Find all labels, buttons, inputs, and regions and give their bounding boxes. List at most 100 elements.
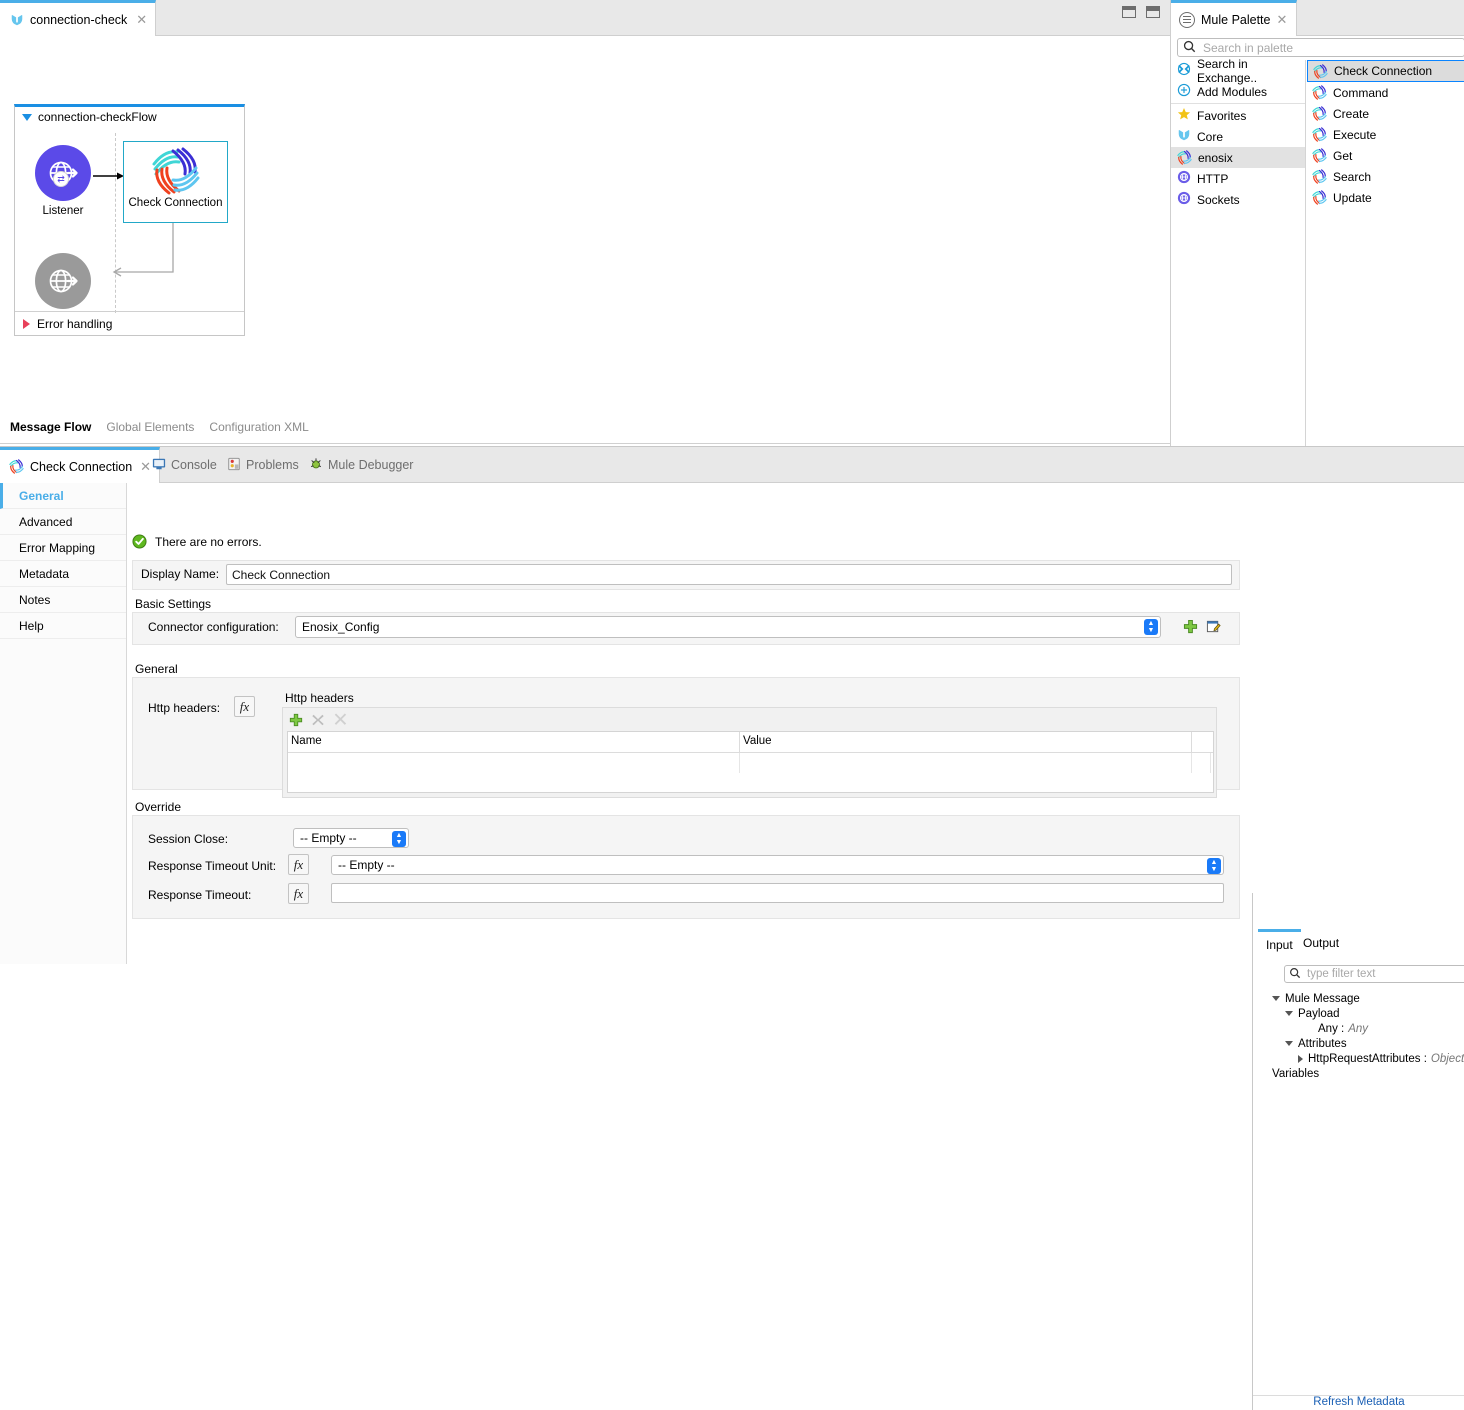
tab-configuration-xml[interactable]: Configuration XML xyxy=(209,420,308,434)
http-headers-panel: Name Value xyxy=(282,707,1217,798)
chevron-down-icon[interactable] xyxy=(1272,996,1280,1001)
session-close-value: -- Empty -- xyxy=(300,831,357,845)
response-timeout-input[interactable] xyxy=(331,883,1224,903)
flow-node-error[interactable] xyxy=(35,253,91,309)
metadata-filter-input[interactable] xyxy=(1305,967,1455,981)
palette-category-sockets[interactable]: Sockets xyxy=(1171,189,1305,210)
tab-global-elements[interactable]: Global Elements xyxy=(106,420,194,434)
general-section-label: General xyxy=(135,662,178,676)
palette-category-label: Search in Exchange.. xyxy=(1197,56,1258,85)
flow-title: connection-checkFlow xyxy=(38,110,157,124)
prop-nav-metadata[interactable]: Metadata xyxy=(0,561,126,587)
properties-nav: General Advanced Error Mapping Metadata … xyxy=(0,483,127,964)
tree-node-payload[interactable]: Payload xyxy=(1253,1006,1464,1021)
prop-nav-notes[interactable]: Notes xyxy=(0,587,126,613)
palette-category-label: enosix xyxy=(1198,150,1233,165)
tab-console[interactable]: Console xyxy=(152,447,217,483)
metadata-filter-box[interactable] xyxy=(1284,965,1464,983)
chevron-right-icon[interactable] xyxy=(1298,1054,1303,1063)
response-timeout-fx-button[interactable]: fx xyxy=(288,883,309,904)
tab-check-connection-properties[interactable]: Check Connection ✕ xyxy=(0,447,161,483)
enosix-icon xyxy=(1312,85,1327,100)
palette-op-execute[interactable]: Execute xyxy=(1307,124,1464,145)
cell-name[interactable] xyxy=(288,753,740,773)
tree-node-variables[interactable]: Variables xyxy=(1253,1066,1464,1081)
palette-category-enosix[interactable]: enosix xyxy=(1171,147,1305,168)
response-timeout-unit-label: Response Timeout Unit: xyxy=(148,859,277,873)
palette-op-create[interactable]: Create xyxy=(1307,103,1464,124)
response-timeout-unit-combo[interactable]: -- Empty -- ▲ ▼ xyxy=(331,855,1224,875)
tree-node-mule-message[interactable]: Mule Message xyxy=(1253,991,1464,1006)
palette-category-http[interactable]: HTTP xyxy=(1171,168,1305,189)
http-headers-fx-button[interactable]: fx xyxy=(234,696,255,717)
chevron-updown-icon[interactable]: ▲ ▼ xyxy=(1144,619,1158,635)
plus-icon[interactable] xyxy=(1183,619,1198,637)
refresh-metadata-link[interactable]: Refresh Metadata xyxy=(1253,1395,1464,1410)
error-handling-section[interactable]: Error handling xyxy=(15,311,244,335)
chevron-updown-icon[interactable]: ▲ ▼ xyxy=(1207,858,1221,874)
close-icon[interactable]: ✕ xyxy=(136,12,147,28)
palette-tab-strip: Mule Palette ✕ xyxy=(1171,0,1464,36)
tab-message-flow[interactable]: Message Flow xyxy=(10,420,91,434)
tab-output[interactable]: Output xyxy=(1295,929,1347,957)
palette-category-label: Favorites xyxy=(1197,108,1247,123)
column-header-value: Value xyxy=(740,732,1192,752)
palette-op-search[interactable]: Search xyxy=(1307,166,1464,187)
tab-mule-debugger[interactable]: Mule Debugger xyxy=(309,447,413,483)
search-icon xyxy=(1289,967,1301,982)
table-row[interactable] xyxy=(288,753,1213,773)
chevron-updown-icon[interactable]: ▲ ▼ xyxy=(392,831,406,847)
prop-nav-help[interactable]: Help xyxy=(0,613,126,639)
expand-triangle-icon[interactable] xyxy=(23,318,30,329)
palette-category-search-in-exchange[interactable]: Search in Exchange.. xyxy=(1171,57,1305,85)
tree-node-any[interactable]: Any : Any xyxy=(1253,1021,1464,1036)
connector-config-value: Enosix_Config xyxy=(302,620,380,634)
palette-op-update[interactable]: Update xyxy=(1307,187,1464,208)
tree-node-type: Any xyxy=(1348,1022,1369,1035)
clear-rows-icon xyxy=(333,712,347,727)
mule-core-icon xyxy=(10,13,24,27)
collapse-triangle-icon[interactable] xyxy=(22,113,32,121)
palette-op-label: Command xyxy=(1333,85,1389,100)
tab-problems[interactable]: Problems xyxy=(227,447,299,483)
tab-mule-palette[interactable]: Mule Palette ✕ xyxy=(1171,0,1298,36)
flow-container[interactable]: connection-checkFlow ⇄ Listener Check Co… xyxy=(14,104,245,336)
chevron-down-icon[interactable] xyxy=(1285,1041,1293,1046)
hamburger-icon xyxy=(1179,11,1195,28)
enosix-icon xyxy=(1313,63,1328,79)
palette-category-label: Sockets xyxy=(1197,192,1240,207)
close-icon[interactable]: ✕ xyxy=(1276,12,1287,28)
palette-search-input[interactable] xyxy=(1201,39,1446,56)
palette-search-box[interactable] xyxy=(1177,38,1464,57)
tree-node-attributes[interactable]: Attributes xyxy=(1253,1036,1464,1051)
maximize-view-icon[interactable] xyxy=(1146,6,1160,18)
cell-value[interactable] xyxy=(740,753,1192,773)
flow-header[interactable]: connection-checkFlow xyxy=(15,107,244,127)
response-timeout-unit-fx-button[interactable]: fx xyxy=(288,854,309,875)
palette-op-check-connection[interactable]: Check Connection xyxy=(1307,60,1464,82)
tree-node-label: Payload xyxy=(1298,1007,1340,1020)
palette-category-core[interactable]: Core xyxy=(1171,126,1305,147)
palette-op-label: Check Connection xyxy=(1334,64,1433,78)
connector-config-combo[interactable]: Enosix_Config ▲ ▼ xyxy=(295,616,1161,638)
tree-node-label: Mule Message xyxy=(1285,992,1360,1005)
session-close-combo[interactable]: -- Empty -- ▲ ▼ xyxy=(293,828,409,848)
tree-node-http-request-attributes[interactable]: HttpRequestAttributes : Object xyxy=(1253,1051,1464,1066)
table-header-row: Name Value xyxy=(288,732,1213,753)
palette-op-command[interactable]: Command xyxy=(1307,82,1464,103)
minimize-view-icon[interactable] xyxy=(1122,6,1136,18)
response-timeout-label: Response Timeout: xyxy=(148,888,252,902)
chevron-down-icon[interactable] xyxy=(1285,1011,1293,1016)
add-row-icon[interactable] xyxy=(289,713,303,727)
http-headers-table[interactable]: Name Value xyxy=(287,731,1214,793)
display-name-input[interactable] xyxy=(226,564,1232,585)
prop-nav-error-mapping[interactable]: Error Mapping xyxy=(0,535,126,561)
prop-nav-advanced[interactable]: Advanced xyxy=(0,509,126,535)
palette-category-favorites[interactable]: Favorites xyxy=(1171,105,1305,126)
edit-icon[interactable] xyxy=(1206,619,1221,637)
palette-op-get[interactable]: Get xyxy=(1307,145,1464,166)
editor-tab-connection-check[interactable]: connection-check ✕ xyxy=(0,0,157,36)
message-flow-canvas[interactable]: connection-checkFlow ⇄ Listener Check Co… xyxy=(0,36,1170,410)
prop-nav-general[interactable]: General xyxy=(0,483,126,509)
close-icon[interactable]: ✕ xyxy=(140,459,151,475)
